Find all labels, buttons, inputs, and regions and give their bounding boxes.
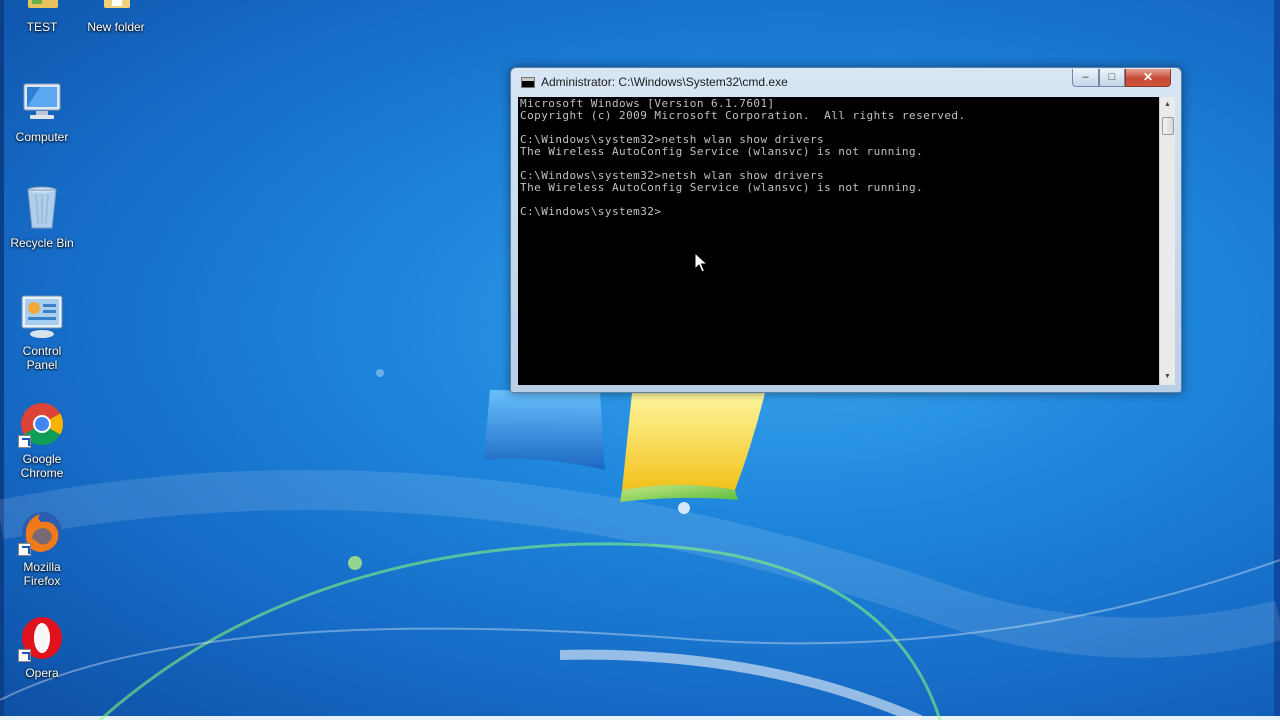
shortcut-arrow-icon [18,649,31,662]
control-panel-icon [18,292,66,340]
console-text: Microsoft Windows [Version 6.1.7601] Cop… [518,97,1159,218]
scrollbar-thumb[interactable] [1162,117,1174,135]
desktop-icon-mozilla-firefox[interactable]: Mozilla Firefox [2,508,82,588]
close-button[interactable]: ✕ [1125,69,1171,87]
desktop-icon-recycle-bin[interactable]: Recycle Bin [2,184,82,250]
vertical-scrollbar[interactable]: ▲ ▼ [1159,97,1175,385]
shortcut-arrow-icon [18,543,31,556]
desktop-icon-label: Control Panel [22,344,62,372]
console-line: The Wireless AutoConfig Service (wlansvc… [520,145,924,158]
console-line: Copyright (c) 2009 Microsoft Corporation… [520,109,966,122]
mouse-pointer-icon [694,252,708,273]
window-titlebar[interactable]: Administrator: C:\Windows\System32\cmd.e… [511,68,1181,96]
computer-icon [18,78,66,126]
opera-icon [18,614,66,662]
firefox-icon [18,508,66,556]
minimize-icon: – [1082,71,1089,83]
desktop-icon-label: Computer [15,130,69,144]
scroll-down-arrow-icon[interactable]: ▼ [1160,369,1175,385]
folder-icon [18,0,66,16]
shortcut-arrow-icon [18,435,31,448]
desktop-icon-control-panel[interactable]: Control Panel [2,292,82,372]
close-icon: ✕ [1142,70,1154,84]
console-line: The Wireless AutoConfig Service (wlansvc… [520,181,924,194]
console-output[interactable]: Microsoft Windows [Version 6.1.7601] Cop… [518,97,1159,385]
cmd-window[interactable]: Administrator: C:\Windows\System32\cmd.e… [510,67,1182,393]
desktop-icon-label: TEST [26,20,58,34]
desktop-icon-computer[interactable]: Computer [2,78,82,144]
desktop-icon-label: Google Chrome [20,452,64,480]
desktop-icon-new-folder[interactable]: New folder [76,0,156,34]
window-title: Administrator: C:\Windows\System32\cmd.e… [541,75,788,89]
chrome-icon [18,400,66,448]
desktop-icon-label: New folder [87,20,145,34]
desktop-icon-test[interactable]: TEST [2,0,82,34]
desktop-icon-label: Recycle Bin [10,236,74,250]
maximize-icon: □ [1108,71,1116,83]
desktop-icon-google-chrome[interactable]: Google Chrome [2,400,82,480]
cmd-icon [521,77,535,88]
desktop-icon-label: Mozilla Firefox [23,560,61,588]
minimize-button[interactable]: – [1072,69,1099,87]
folder-icon [92,0,140,16]
scroll-up-arrow-icon[interactable]: ▲ [1160,97,1175,113]
desktop-icon-opera[interactable]: Opera [2,614,82,680]
recycle-bin-icon [18,184,66,232]
maximize-button[interactable]: □ [1099,69,1125,87]
console-line: C:\Windows\system32> [520,205,662,218]
desktop-icon-label: Opera [25,666,59,680]
